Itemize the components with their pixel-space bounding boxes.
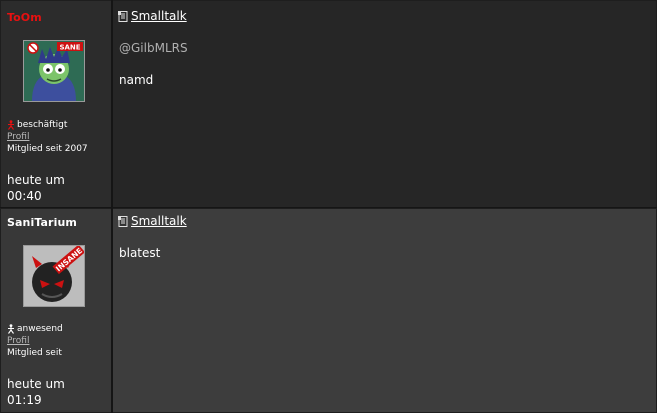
post-time-line2: 01:19 xyxy=(7,393,42,407)
status-label: beschäftigt xyxy=(17,120,68,130)
post-body: Smalltalk blatest xyxy=(113,209,656,412)
profile-link[interactable]: Profil xyxy=(7,132,29,142)
post-time: heute um 01:19 xyxy=(7,376,65,408)
document-icon xyxy=(118,10,128,22)
avatar[interactable]: INSANE xyxy=(23,245,85,307)
member-since: Mitglied seit 2007 xyxy=(7,144,88,154)
user-status: beschäftigt xyxy=(7,120,67,130)
user-status: anwesend xyxy=(7,324,63,334)
svg-text:SANE: SANE xyxy=(59,43,80,51)
post-topic: Smalltalk xyxy=(118,9,187,23)
message-text: blatest xyxy=(119,246,161,260)
avatar-image: INSANE xyxy=(24,246,84,306)
username[interactable]: SaniTarium xyxy=(7,216,77,229)
avatar-image: SANE xyxy=(24,41,84,101)
topic-link[interactable]: Smalltalk xyxy=(131,214,187,228)
post: ToOm SANE beschäftigt Profil Mitglied se… xyxy=(0,0,657,208)
message-text: namd xyxy=(119,73,154,87)
mention-text[interactable]: @GilbMLRS xyxy=(119,41,188,55)
post-author-panel: SaniTarium INSANE anwesend Profil Mitgli… xyxy=(1,209,111,412)
username[interactable]: ToOm xyxy=(7,11,42,24)
document-icon xyxy=(118,215,128,227)
post-body: Smalltalk @GilbMLRS namd xyxy=(113,1,656,207)
forum-thread: ToOm SANE beschäftigt Profil Mitglied se… xyxy=(0,0,657,413)
post-time-line2: 00:40 xyxy=(7,189,42,203)
post-time-line1: heute um xyxy=(7,377,65,391)
avatar[interactable]: SANE xyxy=(23,40,85,102)
post-topic: Smalltalk xyxy=(118,214,187,228)
post-time-line1: heute um xyxy=(7,173,65,187)
post-author-panel: ToOm SANE beschäftigt Profil Mitglied se… xyxy=(1,1,111,207)
status-label: anwesend xyxy=(17,324,63,334)
post: SaniTarium INSANE anwesend Profil Mitgli… xyxy=(0,208,657,413)
busy-person-icon xyxy=(8,120,14,130)
post-time: heute um 00:40 xyxy=(7,172,65,204)
profile-link[interactable]: Profil xyxy=(7,336,29,346)
present-person-icon xyxy=(8,324,14,334)
member-since: Mitglied seit xyxy=(7,348,62,358)
topic-link[interactable]: Smalltalk xyxy=(131,9,187,23)
